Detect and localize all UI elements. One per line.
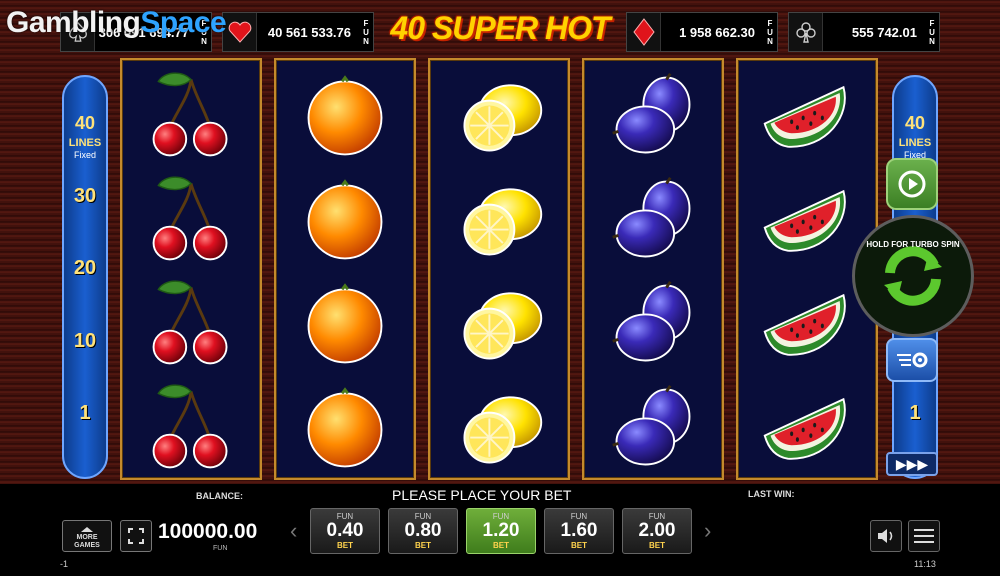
lemon-icon	[430, 168, 568, 272]
reel-4	[582, 58, 724, 480]
turbo-spin-hint: HOLD FOR TURBO SPIN	[866, 240, 960, 249]
cherry-icon	[122, 272, 260, 376]
lemon-icon	[430, 272, 568, 376]
bet-label: BET	[337, 541, 353, 550]
replay-button[interactable]	[886, 158, 938, 210]
bet-label: BET	[649, 541, 665, 550]
line-marker: 1	[79, 402, 91, 424]
orange-icon	[276, 272, 414, 376]
bet-option[interactable]: FUN 0.80 BET	[388, 508, 458, 554]
balance-unit: FUN	[213, 545, 228, 552]
club-icon	[789, 13, 823, 51]
line-marker: 30	[73, 185, 97, 207]
line-marker: 10	[73, 330, 97, 352]
bet-value: 2.00	[638, 520, 676, 541]
plum-icon	[584, 376, 722, 480]
more-games-label: MORE GAMES	[74, 534, 100, 549]
diamond-icon	[627, 13, 661, 51]
more-games-button[interactable]: MORE GAMES	[62, 520, 112, 552]
status-message: PLEASE PLACE YOUR BET	[392, 487, 572, 503]
heart-icon	[223, 13, 257, 51]
reel-1	[120, 58, 262, 480]
reel-2	[274, 58, 416, 480]
bet-label: BET	[571, 541, 587, 550]
cherry-icon	[122, 168, 260, 272]
spin-icon	[884, 246, 942, 306]
settings-button[interactable]	[886, 338, 938, 382]
clock: 11:13	[914, 559, 936, 569]
plum-icon	[584, 272, 722, 376]
plum-icon	[584, 64, 722, 168]
fullscreen-button[interactable]	[120, 520, 152, 552]
bet-option[interactable]: FUN 1.20 BET	[466, 508, 536, 554]
cherry-icon	[122, 64, 260, 168]
bet-label: BET	[415, 541, 431, 550]
spin-button[interactable]: HOLD FOR TURBO SPIN	[852, 215, 974, 337]
jackpot-value: 40 561 533.76	[267, 24, 351, 40]
orange-icon	[276, 64, 414, 168]
home-icon	[81, 527, 93, 532]
bet-next-arrow[interactable]: ›	[704, 518, 711, 544]
bet-option[interactable]: FUN 2.00 BET	[622, 508, 692, 554]
lines-count: 40	[74, 113, 96, 133]
reel-3	[428, 58, 570, 480]
jackpot-heart: 40 561 533.76 FUN	[222, 12, 374, 52]
balance-label: BALANCE:	[196, 491, 243, 501]
line-marker: 1	[909, 402, 921, 424]
hamburger-icon	[914, 529, 934, 543]
speaker-icon	[878, 529, 893, 543]
jackpot-fun-label: FUN	[767, 18, 773, 46]
lines-label: LINES	[68, 137, 102, 149]
autoplay-button[interactable]: ▶▶▶	[886, 452, 938, 476]
last-win-label: LAST WIN:	[748, 489, 795, 499]
jackpot-fun-label: FUN	[929, 18, 935, 46]
cherry-icon	[122, 376, 260, 480]
jackpot-value: 555 742.01	[851, 24, 917, 40]
lines-indicator-left: 40 LINES Fixed 30 20 10 1	[62, 75, 108, 479]
line-marker: 20	[73, 257, 97, 279]
bet-prev-arrow[interactable]: ‹	[290, 518, 297, 544]
plum-icon	[584, 168, 722, 272]
jackpot-fun-label: FUN	[363, 18, 369, 46]
watermark-logo: GamblingSpace	[6, 6, 227, 40]
orange-icon	[276, 376, 414, 480]
watermark-part1: Gambling	[6, 6, 141, 39]
watermelon-icon	[738, 376, 876, 480]
bet-option[interactable]: FUN 1.60 BET	[544, 508, 614, 554]
lemon-icon	[430, 64, 568, 168]
bet-option[interactable]: FUN 0.40 BET	[310, 508, 380, 554]
game-title: 40 SUPER HOT	[390, 10, 610, 46]
lemon-icon	[430, 376, 568, 480]
bet-label: BET	[493, 541, 509, 550]
balance-value: 100000.00	[158, 520, 258, 543]
settings-gear-icon	[897, 352, 928, 368]
footer-indicator: -1	[60, 559, 69, 569]
orange-icon	[276, 168, 414, 272]
lines-label: LINES	[898, 137, 932, 149]
bet-value: 1.60	[560, 520, 598, 541]
jackpot-diamond: 1 958 662.30 FUN	[626, 12, 778, 52]
bet-value: 0.80	[404, 520, 442, 541]
lines-fixed-label: Fixed	[73, 150, 96, 160]
lines-count: 40	[904, 113, 926, 133]
jackpot-club: 555 742.01 FUN	[788, 12, 940, 52]
sound-button[interactable]	[870, 520, 902, 552]
watermark-part2: Space	[140, 6, 227, 39]
bet-value: 1.20	[482, 520, 520, 541]
bet-value: 0.40	[326, 520, 364, 541]
watermelon-icon	[738, 64, 876, 168]
jackpot-value: 1 958 662.30	[679, 24, 755, 40]
menu-button[interactable]	[908, 520, 940, 552]
replay-icon	[898, 170, 926, 198]
fullscreen-icon	[128, 528, 144, 544]
